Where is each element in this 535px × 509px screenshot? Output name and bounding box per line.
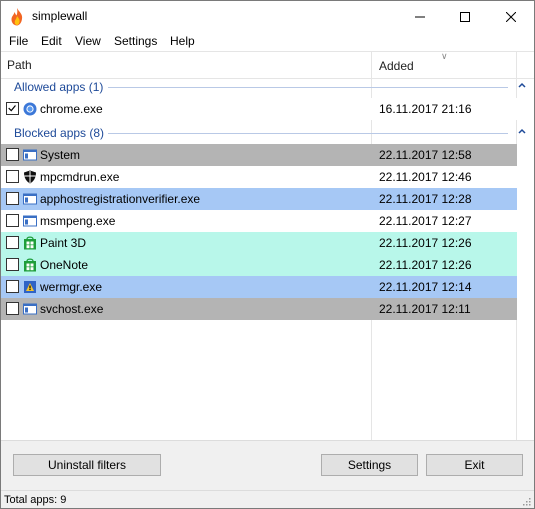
settings-button[interactable]: Settings	[321, 454, 418, 476]
menu-edit[interactable]: Edit	[41, 34, 62, 48]
app-path: System	[40, 148, 81, 162]
button-panel: Uninstall filters Settings Exit	[1, 440, 534, 490]
app-row[interactable]: mpcmdrun.exe 22.11.2017 12:46	[1, 166, 517, 188]
close-icon	[505, 11, 516, 22]
store-app-icon	[23, 236, 37, 250]
menu-file[interactable]: File	[9, 34, 28, 48]
minimize-icon	[414, 16, 425, 17]
resize-grip-icon[interactable]	[521, 496, 531, 506]
app-path: mpcmdrun.exe	[40, 170, 120, 184]
app-path: chrome.exe	[40, 102, 103, 116]
app-path: wermgr.exe	[40, 280, 103, 294]
store-app-icon	[23, 258, 37, 272]
app-row[interactable]: chrome.exe 16.11.2017 21:16	[1, 98, 517, 120]
app-added-date: 22.11.2017 12:27	[379, 214, 472, 228]
app-checkbox[interactable]	[6, 280, 19, 293]
app-added-date: 16.11.2017 21:16	[379, 102, 472, 116]
app-path: Paint 3D	[40, 236, 87, 250]
app-checkbox[interactable]	[6, 102, 19, 115]
uninstall-filters-button[interactable]: Uninstall filters	[13, 454, 161, 476]
app-checkbox[interactable]	[6, 214, 19, 227]
app-added-date: 22.11.2017 12:14	[379, 280, 472, 294]
error-reporting-icon	[23, 280, 37, 294]
defender-shield-icon	[23, 170, 37, 184]
menu-view[interactable]: View	[75, 34, 101, 48]
menu-bar: File Edit View Settings Help	[1, 32, 534, 51]
exit-button[interactable]: Exit	[426, 454, 523, 476]
apps-list[interactable]: Path ∨ Added Allowed apps (1) chrome.exe…	[1, 51, 534, 441]
minimize-button[interactable]	[397, 1, 442, 32]
app-added-date: 22.11.2017 12:46	[379, 170, 472, 184]
app-path: apphostregistrationverifier.exe	[40, 192, 201, 206]
app-checkbox[interactable]	[6, 302, 19, 315]
maximize-button[interactable]	[442, 1, 487, 32]
menu-settings[interactable]: Settings	[114, 34, 157, 48]
group-header-blocked[interactable]: Blocked apps (8)	[1, 122, 534, 144]
system-window-icon	[23, 302, 37, 316]
app-row[interactable]: System 22.11.2017 12:58	[1, 144, 517, 166]
app-checkbox[interactable]	[6, 148, 19, 161]
app-checkbox[interactable]	[6, 236, 19, 249]
column-header-path[interactable]: Path	[7, 58, 32, 72]
window-title: simplewall	[32, 9, 88, 23]
group-label-blocked: Blocked apps (8)	[14, 126, 105, 140]
checkmark-icon	[8, 105, 16, 112]
app-added-date: 22.11.2017 12:26	[379, 236, 472, 250]
app-window: simplewall File Edit View Settings Help …	[0, 0, 535, 509]
menu-help[interactable]: Help	[170, 34, 195, 48]
app-row[interactable]: Paint 3D 22.11.2017 12:26	[1, 232, 517, 254]
app-row[interactable]: apphostregistrationverifier.exe 22.11.201…	[1, 188, 517, 210]
group-header-allowed[interactable]: Allowed apps (1)	[1, 76, 534, 98]
group-label-allowed: Allowed apps (1)	[14, 80, 104, 94]
app-row[interactable]: OneNote 22.11.2017 12:26	[1, 254, 517, 276]
app-added-date: 22.11.2017 12:28	[379, 192, 472, 206]
sort-descending-icon: ∨	[441, 51, 448, 61]
app-added-date: 22.11.2017 12:11	[379, 302, 471, 316]
status-bar: Total apps: 9	[1, 490, 534, 508]
system-window-icon	[23, 148, 37, 162]
app-added-date: 22.11.2017 12:58	[379, 148, 472, 162]
app-path: svchost.exe	[40, 302, 104, 316]
collapse-icon[interactable]	[516, 79, 528, 91]
app-checkbox[interactable]	[6, 258, 19, 271]
column-header-added[interactable]: Added	[379, 59, 414, 73]
app-added-date: 22.11.2017 12:26	[379, 258, 472, 272]
title-bar[interactable]: simplewall	[1, 1, 534, 32]
maximize-icon	[459, 11, 470, 22]
app-row[interactable]: msmpeng.exe 22.11.2017 12:27	[1, 210, 517, 232]
close-button[interactable]	[488, 1, 533, 32]
group-divider	[108, 133, 508, 134]
system-window-icon	[23, 192, 37, 206]
collapse-icon[interactable]	[516, 125, 528, 137]
system-window-icon	[23, 214, 37, 228]
chrome-icon	[23, 102, 37, 116]
app-row[interactable]: svchost.exe 22.11.2017 12:11	[1, 298, 517, 320]
app-checkbox[interactable]	[6, 170, 19, 183]
list-header: Path ∨ Added	[1, 51, 534, 79]
app-row[interactable]: wermgr.exe 22.11.2017 12:14	[1, 276, 517, 298]
flame-icon	[11, 8, 23, 26]
app-path: OneNote	[40, 258, 89, 272]
app-checkbox[interactable]	[6, 192, 19, 205]
total-apps-status: Total apps: 9	[4, 494, 67, 506]
app-path: msmpeng.exe	[40, 214, 116, 228]
group-divider	[108, 87, 508, 88]
